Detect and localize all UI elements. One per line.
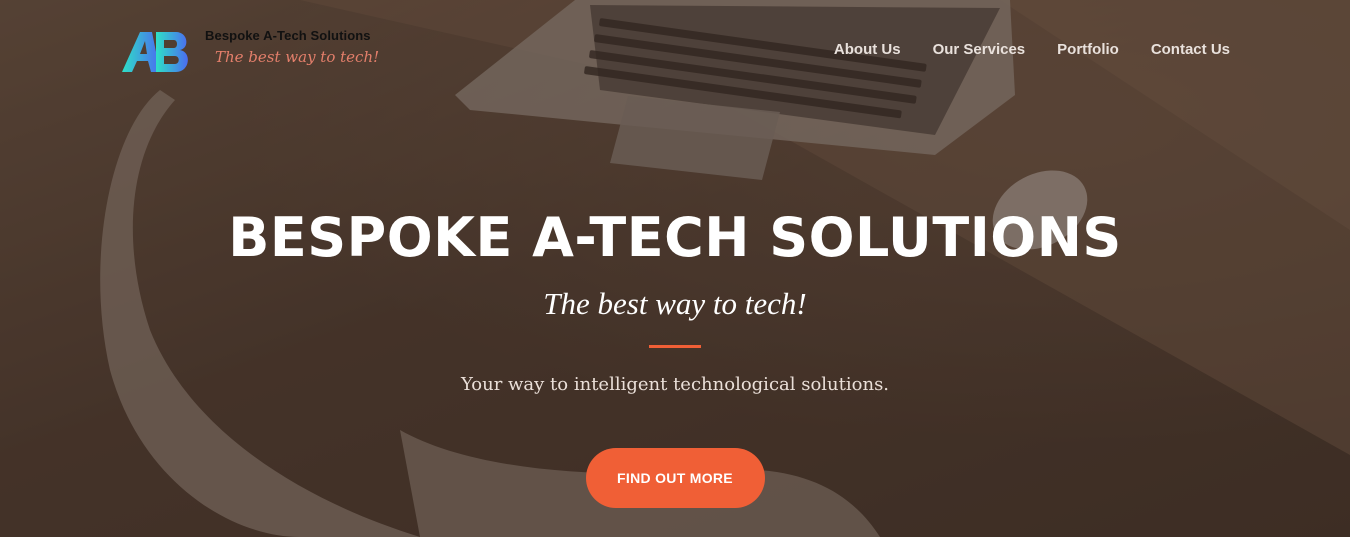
main-nav: About Us Our Services Portfolio Contact … (834, 41, 1230, 58)
nav-item-contact-us[interactable]: Contact Us (1151, 41, 1230, 58)
brand-slogan: The best way to tech! (215, 48, 380, 66)
hero-section: Bespoke A-Tech Solutions The best way to… (0, 0, 1350, 537)
hero-tagline: The best way to tech! (543, 286, 807, 321)
hero-content: BESPOKE A-TECH SOLUTIONS The best way to… (0, 205, 1350, 508)
brand-name: Bespoke A-Tech Solutions (205, 28, 371, 43)
nav-item-our-services[interactable]: Our Services (933, 41, 1026, 58)
ab-logo-icon (122, 32, 188, 72)
site-logo[interactable]: Bespoke A-Tech Solutions The best way to… (120, 26, 390, 76)
hero-divider (649, 345, 701, 348)
nav-item-about-us[interactable]: About Us (834, 41, 901, 58)
hero-title: BESPOKE A-TECH SOLUTIONS (228, 206, 1122, 269)
nav-item-portfolio[interactable]: Portfolio (1057, 41, 1119, 58)
find-out-more-button[interactable]: FIND OUT MORE (585, 448, 765, 508)
hero-subtitle: Your way to intelligent technological so… (460, 374, 890, 395)
